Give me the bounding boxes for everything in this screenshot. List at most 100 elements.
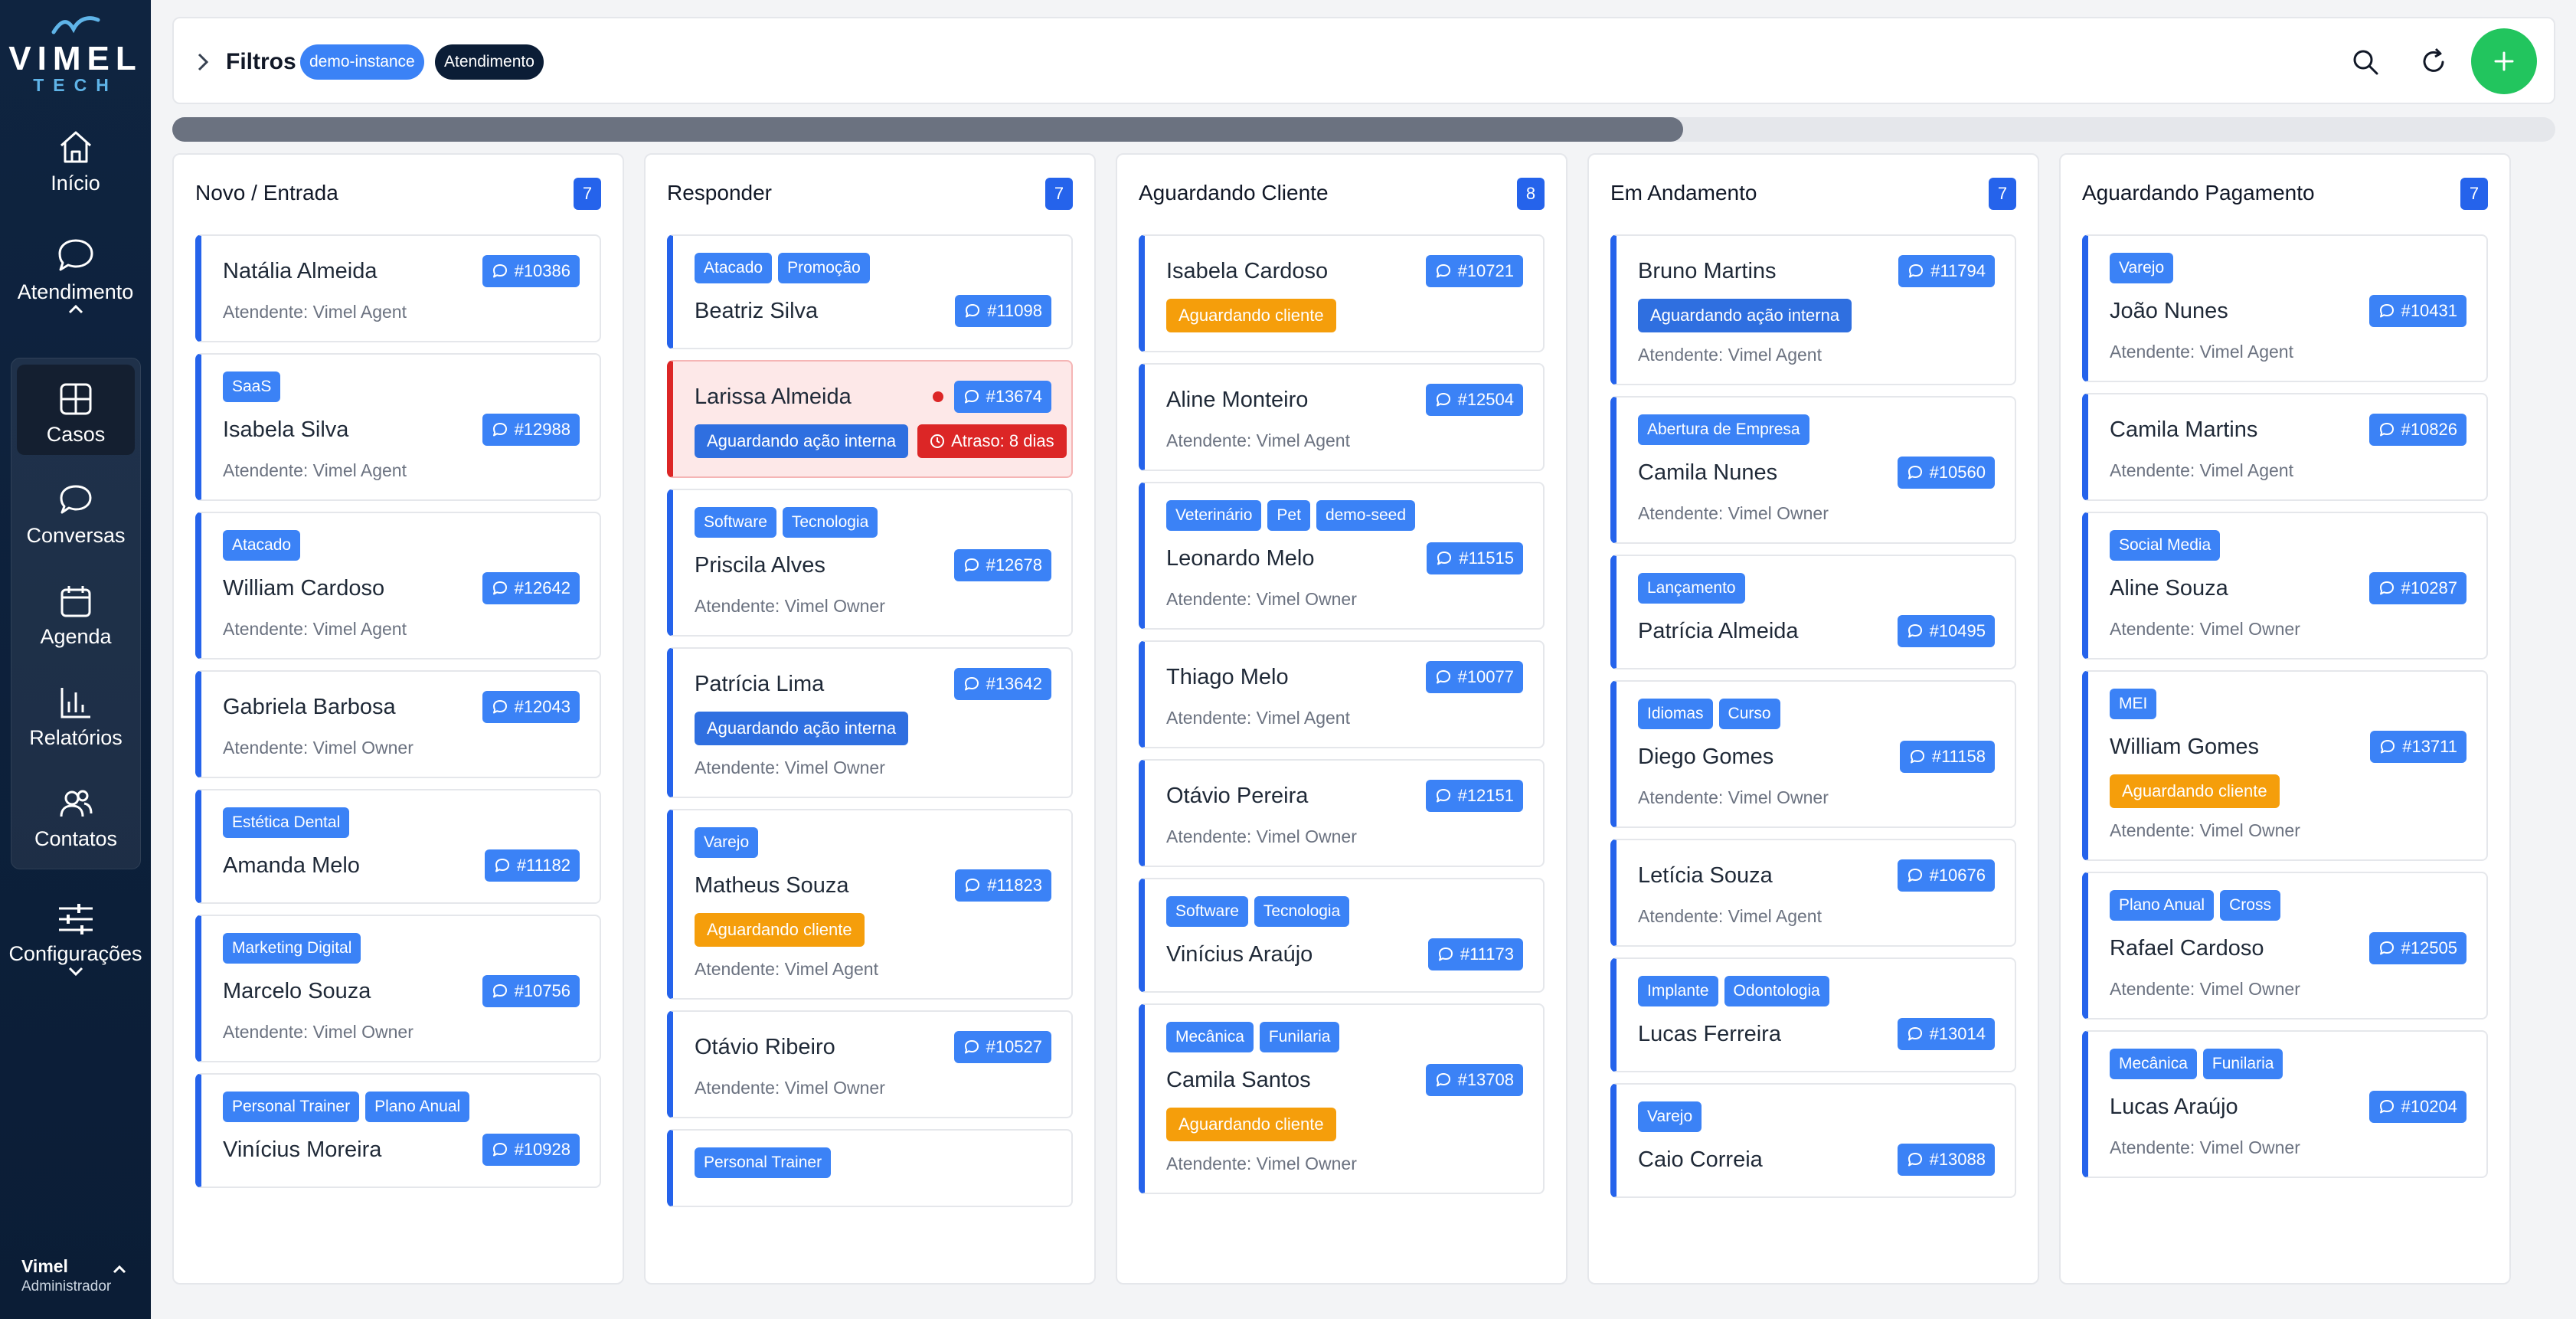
tag-chip[interactable]: Plano Anual <box>2110 890 2215 921</box>
tag-chip[interactable]: Varejo <box>1638 1101 1702 1132</box>
tag-chip[interactable]: Abertura de Empresa <box>1638 414 1809 445</box>
tag-chip[interactable]: Mecânica <box>2110 1049 2197 1079</box>
ticket-badge[interactable]: #10721 <box>1425 255 1523 287</box>
chevron-up-icon[interactable] <box>67 304 84 315</box>
ticket-badge[interactable]: #11158 <box>1899 741 1995 773</box>
case-card[interactable]: Estética Dental Amanda Melo #11182 <box>195 789 601 904</box>
ticket-badge[interactable]: #12504 <box>1425 384 1523 416</box>
case-card[interactable]: Idiomas Curso Diego Gomes #11158 Atendente: … <box>1610 680 2016 828</box>
tag-chip[interactable]: MEI <box>2110 689 2157 719</box>
case-card[interactable]: Patrícia Lima #13642 Aguardando ação inter… <box>667 647 1073 798</box>
case-card[interactable]: Atacado William Cardoso #12642 Atendente: V… <box>195 512 601 660</box>
nav-relatorios[interactable]: Relatórios <box>17 668 135 758</box>
case-card[interactable]: Larissa Almeida #13674 Aguardando ação int… <box>667 360 1073 478</box>
user-profile[interactable]: Vimel Administrador <box>21 1256 136 1295</box>
ticket-badge[interactable]: #12988 <box>482 414 580 446</box>
case-card[interactable]: Mecânica Funilaria Lucas Araújo #10204 Atend… <box>2082 1030 2488 1178</box>
ticket-badge[interactable]: #10756 <box>482 975 580 1007</box>
tag-chip[interactable]: Tecnologia <box>1254 896 1350 927</box>
search-icon[interactable] <box>2349 46 2381 78</box>
case-card[interactable]: Software Tecnologia Priscila Alves #12678 At… <box>667 489 1073 637</box>
ticket-badge[interactable]: #12678 <box>953 549 1051 581</box>
chevron-down-icon[interactable] <box>67 966 84 977</box>
case-card[interactable]: Social Media Aline Souza #10287 Atendente: … <box>2082 512 2488 660</box>
ticket-badge[interactable]: #11182 <box>484 849 580 882</box>
chevron-right-icon[interactable] <box>197 52 209 72</box>
tag-chip[interactable]: demo-seed <box>1316 500 1415 531</box>
filter-chip-instance[interactable]: demo-instance <box>300 44 424 80</box>
ticket-badge[interactable]: #10204 <box>2368 1091 2466 1123</box>
tag-chip[interactable]: Estética Dental <box>223 807 350 838</box>
tag-chip[interactable]: Implante <box>1638 976 1718 1006</box>
ticket-badge[interactable]: #12151 <box>1425 780 1523 812</box>
case-card[interactable]: Veterinário Pet demo-seed Leonardo Melo #115… <box>1139 482 1545 630</box>
ticket-badge[interactable]: #11794 <box>1898 255 1995 287</box>
nav-contatos[interactable]: Contatos <box>17 769 135 859</box>
case-card[interactable]: Marketing Digital Marcelo Souza #10756 Aten… <box>195 915 601 1062</box>
case-card[interactable]: Otávio Pereira #12151 Atendente: Vimel Own… <box>1139 759 1545 867</box>
case-card[interactable]: Personal Trainer <box>667 1129 1073 1207</box>
tag-chip[interactable]: Cross <box>2220 890 2280 921</box>
case-card[interactable]: Otávio Ribeiro #10527 Atendente: Vimel Own… <box>667 1010 1073 1118</box>
ticket-badge[interactable]: #10676 <box>1897 859 1995 892</box>
ticket-badge[interactable]: #10560 <box>1897 457 1995 489</box>
case-card[interactable]: Lançamento Patrícia Almeida #10495 <box>1610 555 2016 669</box>
tag-chip[interactable]: Plano Anual <box>365 1092 470 1122</box>
ticket-badge[interactable]: #11098 <box>955 295 1051 327</box>
case-card[interactable]: Natália Almeida #10386 Atendente: Vimel Ag… <box>195 234 601 342</box>
tag-chip[interactable]: Software <box>695 507 776 538</box>
case-card[interactable]: Gabriela Barbosa #12043 Atendente: Vimel O… <box>195 670 601 778</box>
case-card[interactable]: MEI William Gomes #13711 Aguardando cliente… <box>2082 670 2488 861</box>
tag-chip[interactable]: Atacado <box>695 253 773 283</box>
board-scrollbar[interactable] <box>172 117 2555 142</box>
case-card[interactable]: Isabela Cardoso #10721 Aguardando cliente <box>1139 234 1545 352</box>
nav-conversas[interactable]: Conversas <box>17 466 135 556</box>
tag-chip[interactable]: Varejo <box>695 827 759 858</box>
nav-casos[interactable]: Casos <box>17 365 135 455</box>
case-card[interactable]: Varejo Matheus Souza #11823 Aguardando clie… <box>667 809 1073 1000</box>
case-card[interactable]: Aline Monteiro #12504 Atendente: Vimel Age… <box>1139 363 1545 471</box>
case-card[interactable]: Varejo Caio Correia #13088 <box>1610 1083 2016 1198</box>
add-case-button[interactable] <box>2471 28 2537 94</box>
case-card[interactable]: Thiago Melo #10077 Atendente: Vimel Agent <box>1139 640 1545 748</box>
tag-chip[interactable]: Funilaria <box>2202 1049 2283 1079</box>
tag-chip[interactable]: Personal Trainer <box>223 1092 360 1122</box>
tag-chip[interactable]: Funilaria <box>1259 1022 1340 1052</box>
case-card[interactable]: Software Tecnologia Vinícius Araújo #11173 <box>1139 878 1545 993</box>
case-card[interactable]: Atacado Promoção Beatriz Silva #11098 <box>667 234 1073 349</box>
ticket-badge[interactable]: #10386 <box>482 255 580 287</box>
board-scrollbar-thumb[interactable] <box>172 117 1683 142</box>
nav-atendimento[interactable]: Atendimento <box>0 236 151 315</box>
case-card[interactable]: Letícia Souza #10676 Atendente: Vimel Agen… <box>1610 839 2016 947</box>
tag-chip[interactable]: Veterinário <box>1166 500 1262 531</box>
case-card[interactable]: Bruno Martins #11794 Aguardando ação inter… <box>1610 234 2016 385</box>
tag-chip[interactable]: Marketing Digital <box>223 933 361 964</box>
ticket-badge[interactable]: #10527 <box>953 1031 1051 1063</box>
case-card[interactable]: Personal Trainer Plano Anual Vinícius More… <box>195 1073 601 1188</box>
ticket-badge[interactable]: #12043 <box>482 691 580 723</box>
ticket-badge[interactable]: #13088 <box>1897 1144 1995 1176</box>
case-card[interactable]: Plano Anual Cross Rafael Cardoso #12505 Aten… <box>2082 872 2488 1020</box>
ticket-badge[interactable]: #12505 <box>2368 932 2466 964</box>
brand-logo[interactable]: VIMEL TECH <box>0 11 151 95</box>
tag-chip[interactable]: Software <box>1166 896 1248 927</box>
ticket-badge[interactable]: #10495 <box>1897 615 1995 647</box>
refresh-icon[interactable] <box>2417 46 2450 78</box>
ticket-badge[interactable]: #11515 <box>1427 542 1523 574</box>
case-card[interactable]: Mecânica Funilaria Camila Santos #13708 Agua… <box>1139 1003 1545 1194</box>
ticket-badge[interactable]: #13014 <box>1897 1018 1995 1050</box>
case-card[interactable]: SaaS Isabela Silva #12988 Atendente: Vimel … <box>195 353 601 501</box>
tag-chip[interactable]: Mecânica <box>1166 1022 1254 1052</box>
case-card[interactable]: Abertura de Empresa Camila Nunes #10560 Ate… <box>1610 396 2016 544</box>
ticket-badge[interactable]: #12642 <box>482 572 580 604</box>
filter-chip-atendimento[interactable]: Atendimento <box>435 44 544 80</box>
ticket-badge[interactable]: #13642 <box>953 668 1051 700</box>
case-card[interactable]: Implante Odontologia Lucas Ferreira #13014 <box>1610 957 2016 1072</box>
tag-chip[interactable]: SaaS <box>223 371 281 402</box>
ticket-badge[interactable]: #10431 <box>2368 295 2466 327</box>
tag-chip[interactable]: Social Media <box>2110 530 2221 561</box>
nav-inicio[interactable]: Início <box>0 129 151 195</box>
tag-chip[interactable]: Lançamento <box>1638 573 1745 604</box>
ticket-badge[interactable]: #10077 <box>1425 661 1523 693</box>
tag-chip[interactable]: Atacado <box>223 530 301 561</box>
